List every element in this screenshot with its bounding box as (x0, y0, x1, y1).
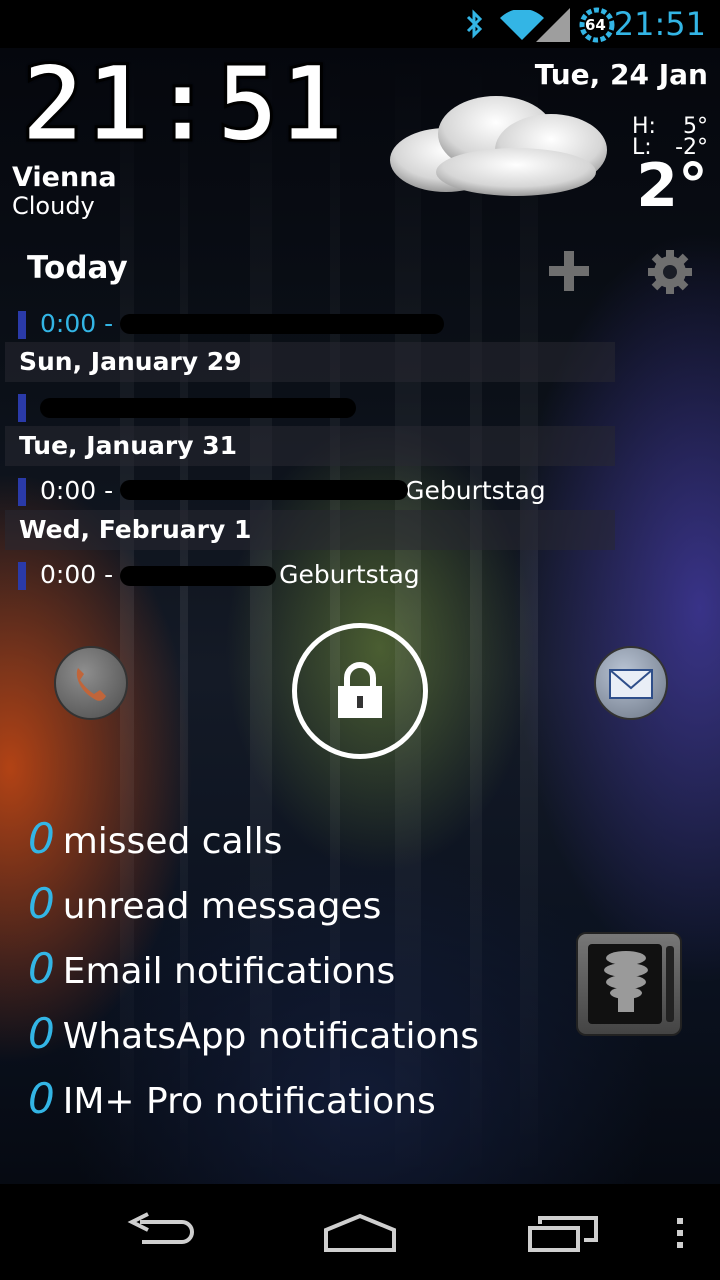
event-color-bar (18, 562, 26, 590)
notification-whatsapp[interactable]: 0 WhatsApp notifications (28, 1009, 479, 1058)
calendar-day-header: Sun, January 29 (5, 342, 615, 382)
notification-count: 0 (28, 879, 55, 928)
notification-label: Email notifications (62, 951, 396, 992)
status-time: 21:51 (613, 5, 706, 43)
bluetooth-icon (466, 9, 483, 39)
event-time: 0:00 - (40, 560, 114, 589)
notification-count: 0 (28, 1074, 55, 1123)
event-time: 0:00 - (40, 476, 114, 505)
battery-level: 64 (585, 16, 606, 34)
notification-count: 0 (28, 1009, 55, 1058)
cloud-icon[interactable] (386, 92, 612, 200)
notification-email[interactable]: 0 Email notifications (28, 944, 395, 993)
event-time: 0:00 - (40, 309, 114, 338)
home-icon[interactable] (312, 1184, 408, 1280)
notification-label: unread messages (62, 886, 382, 927)
event-color-bar (18, 478, 26, 506)
weather-condition: Cloudy (12, 192, 95, 220)
notification-count: 0 (28, 814, 55, 863)
phone-button[interactable] (54, 646, 128, 720)
high-label: H: (632, 114, 656, 139)
navigation-bar (0, 1184, 720, 1280)
weather-city[interactable]: Vienna (12, 164, 117, 191)
notification-label: WhatsApp notifications (62, 1016, 480, 1057)
recents-icon[interactable] (516, 1184, 612, 1280)
flashlight-widget[interactable] (576, 932, 682, 1036)
redaction (120, 314, 444, 334)
event-title: Geburtstag (405, 476, 546, 505)
notification-count: 0 (28, 944, 55, 993)
notification-label: IM+ Pro notifications (62, 1081, 436, 1122)
event-color-bar (18, 394, 26, 422)
padlock-icon (338, 662, 382, 718)
calendar-day-header: Wed, February 1 (5, 510, 615, 550)
lockscreen-clock: 21:51 (20, 43, 346, 165)
back-icon[interactable] (112, 1184, 208, 1280)
redaction (120, 480, 408, 500)
high-value: 5° (683, 114, 708, 139)
plus-icon[interactable] (546, 248, 592, 294)
notification-unread-messages[interactable]: 0 unread messages (28, 879, 381, 928)
weather-temperature: 2° (636, 151, 708, 221)
calendar-header: Today (27, 250, 128, 286)
event-color-bar (18, 311, 26, 339)
notification-label: missed calls (62, 821, 283, 862)
event-title: Geburtstag (279, 560, 420, 589)
signal-icon (536, 8, 570, 42)
overflow-menu-icon[interactable] (664, 1184, 696, 1280)
status-bar: 64 21:51 (0, 0, 720, 48)
lockscreen-date: Tue, 24 Jan (534, 58, 708, 91)
calendar-day-header: Tue, January 31 (5, 426, 615, 466)
phone-icon (76, 668, 106, 701)
redaction (40, 398, 356, 418)
redaction (120, 566, 276, 586)
notification-im-plus[interactable]: 0 IM+ Pro notifications (28, 1074, 436, 1123)
mail-button[interactable] (594, 646, 668, 720)
gear-icon[interactable] (646, 248, 694, 296)
envelope-icon (609, 669, 653, 699)
bulb-icon (604, 951, 648, 1012)
notification-missed-calls[interactable]: 0 missed calls (28, 814, 282, 863)
unlock-ring[interactable] (292, 623, 428, 759)
